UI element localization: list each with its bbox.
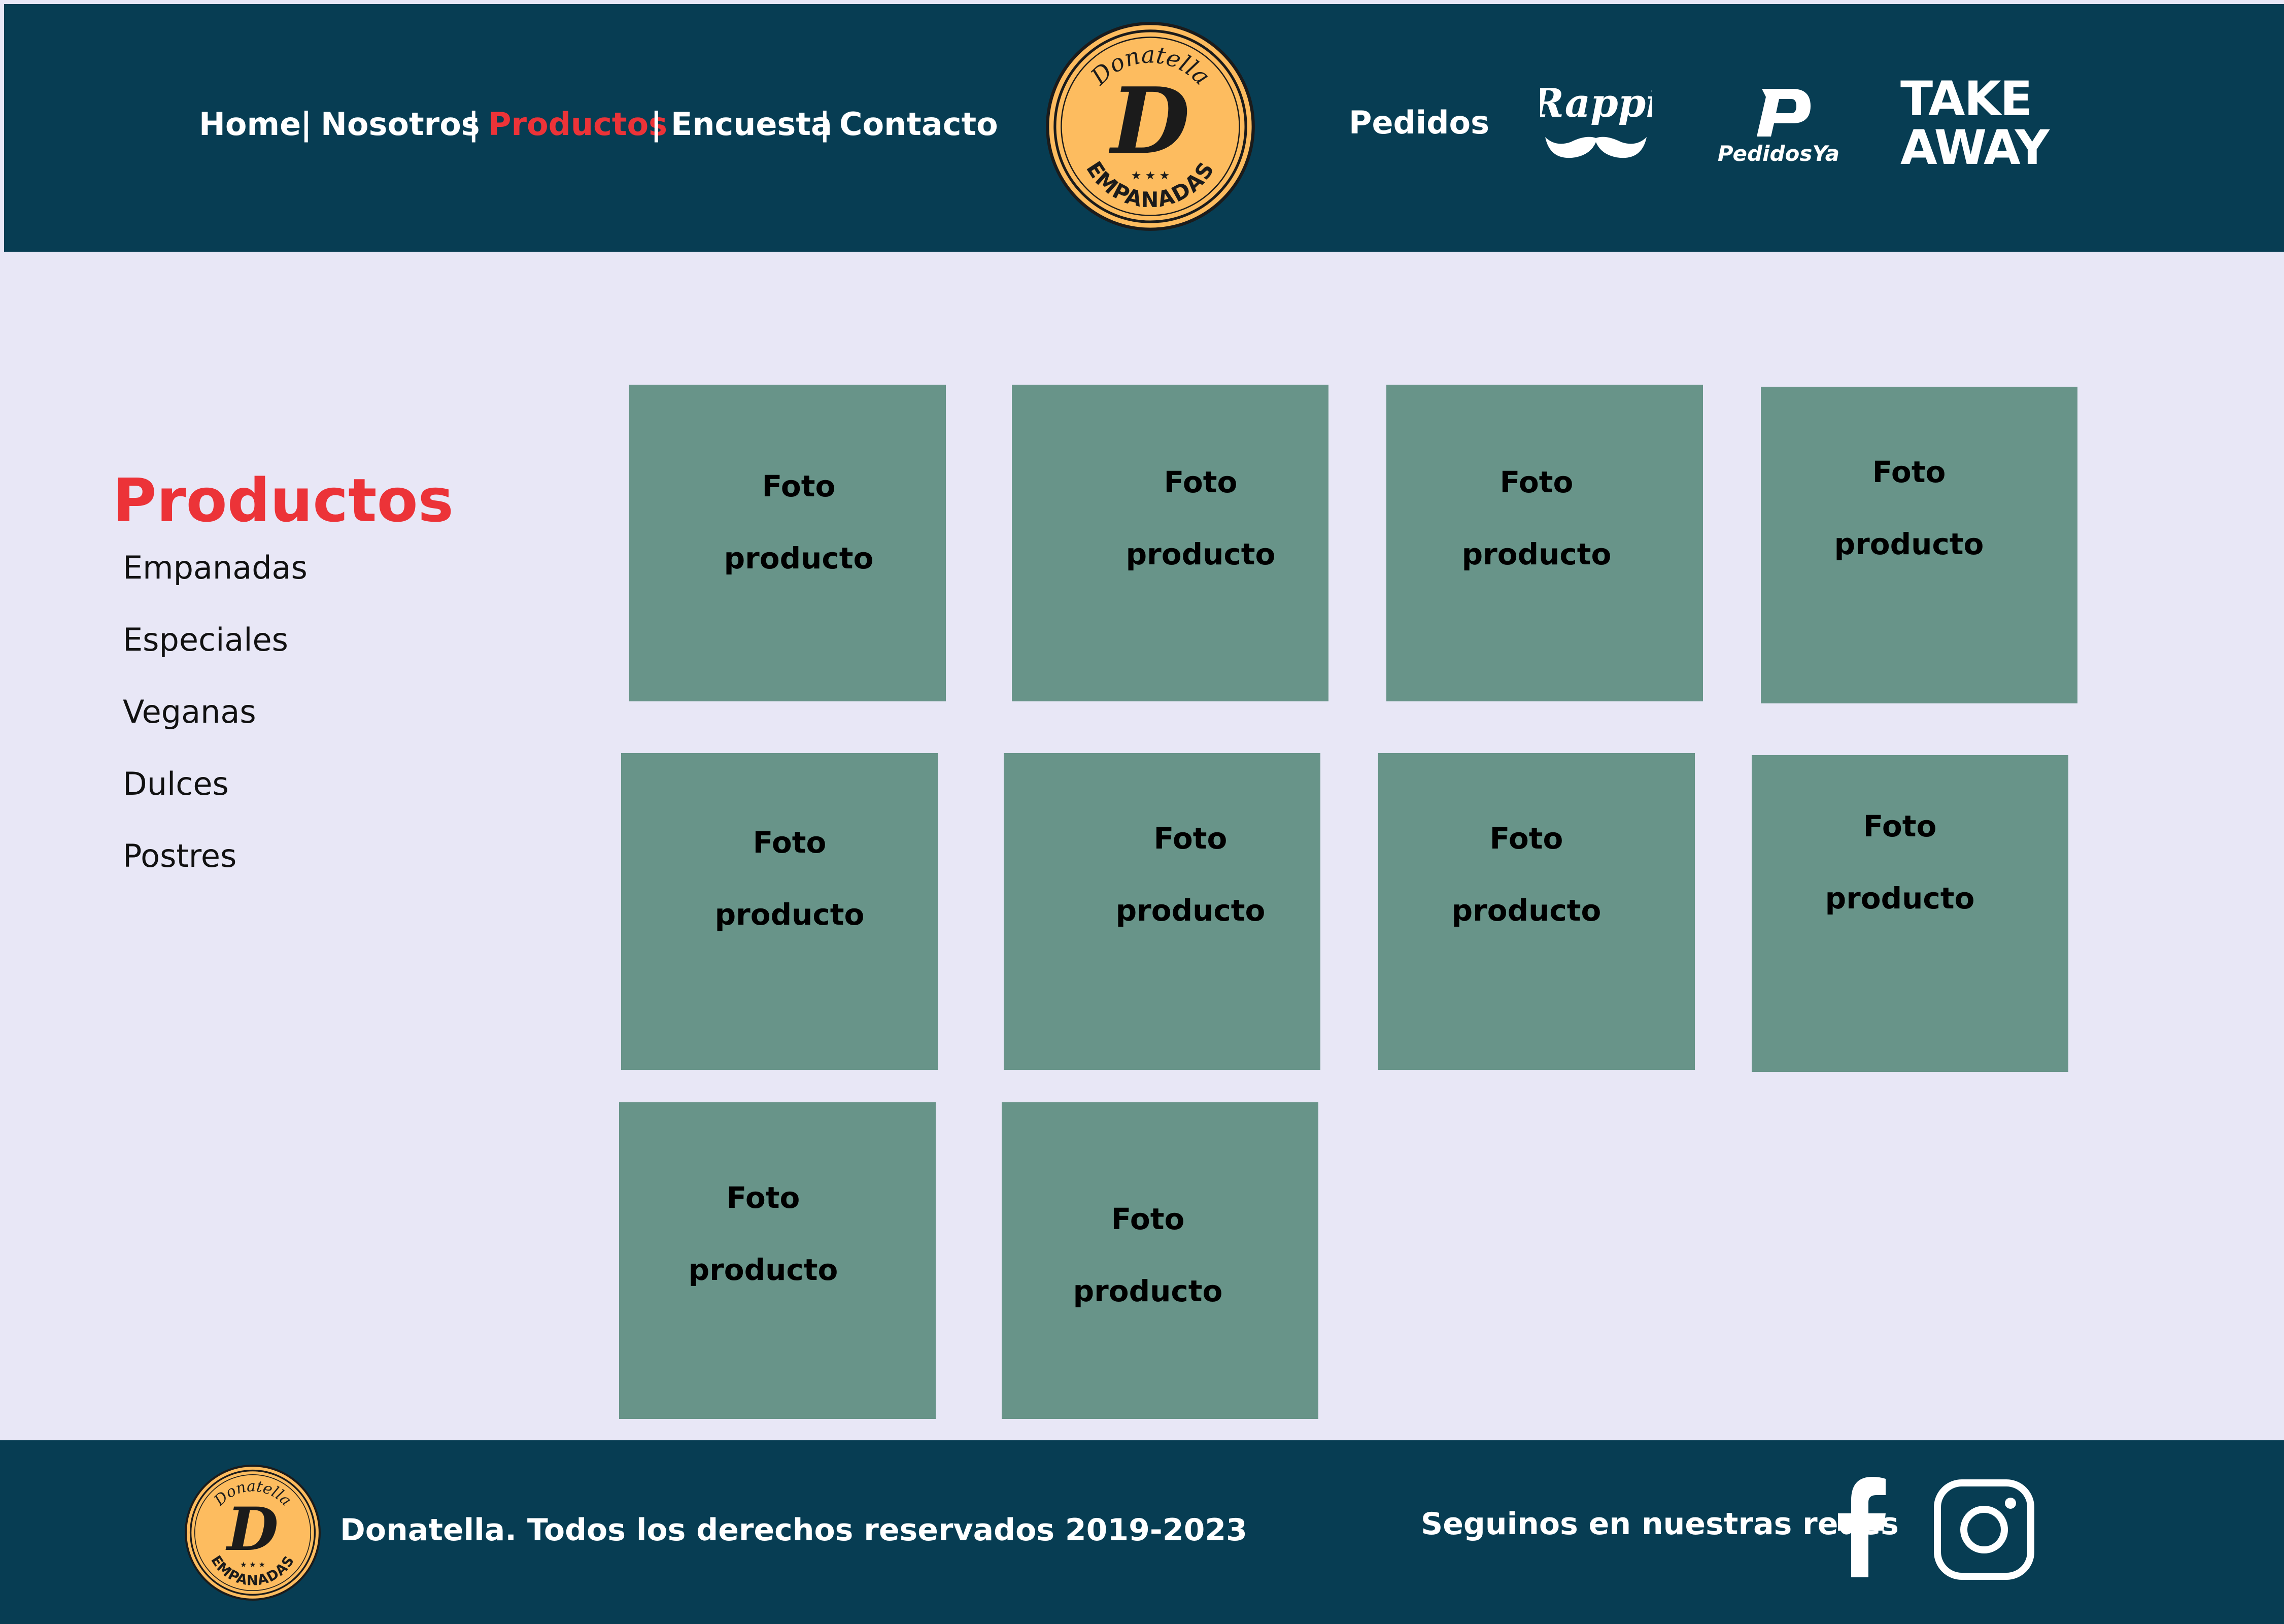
product-label-line-1: Foto (762, 469, 836, 503)
product-card[interactable]: Foto producto (621, 753, 938, 1070)
footer-copyright: Donatella. Todos los derechos reservados… (340, 1512, 1247, 1548)
product-card[interactable]: Foto producto (629, 385, 946, 701)
category-dulces[interactable]: Dulces (123, 766, 229, 802)
footer-social-label: Seguinos en nuestras redes (1421, 1506, 1899, 1542)
product-card[interactable]: Foto producto (1004, 753, 1320, 1070)
product-card[interactable]: Foto producto (1761, 387, 2077, 703)
product-label-line-2: producto (688, 1253, 838, 1287)
nav-encuesta[interactable]: Encuesta (671, 106, 832, 143)
product-label-line-1: Foto (726, 1180, 800, 1215)
nav-separator: | (300, 106, 312, 143)
pedidosya-logo[interactable]: PedidosYa (1715, 84, 1842, 167)
takeaway-line-1: TAKE (1900, 72, 2033, 127)
nav-separator: | (819, 106, 831, 143)
product-label-line-1: Foto (1111, 1202, 1185, 1236)
product-card[interactable]: Foto producto (1002, 1102, 1318, 1419)
product-label-line-2: producto (1834, 527, 1984, 561)
product-label-line-2: producto (1073, 1274, 1223, 1308)
rappi-mustache-icon (1545, 137, 1647, 158)
rappi-logo[interactable]: Rappi (1540, 71, 1652, 173)
nav-separator: | (651, 106, 662, 143)
product-label-line-2: producto (714, 897, 865, 932)
logo-stars: ★ ★ ★ (1131, 170, 1170, 183)
rappi-name: Rappi (1540, 80, 1652, 126)
pedidosya-p-icon (1757, 89, 1811, 137)
nav-home[interactable]: Home (199, 106, 301, 143)
takeaway-logo[interactable]: TAKE AWAY (1900, 72, 2050, 176)
product-label-line-1: Foto (1153, 821, 1228, 856)
product-label-line-1: Foto (1489, 821, 1563, 856)
sidebar-title: Productos (113, 465, 454, 535)
product-label-line-2: producto (724, 541, 874, 576)
category-veganas[interactable]: Veganas (123, 694, 256, 730)
instagram-icon[interactable] (1933, 1479, 2035, 1580)
product-card[interactable]: Foto producto (1378, 753, 1695, 1070)
donatella-logo[interactable]: Donatella D ★ ★ ★ EMPANADAS (1044, 20, 1256, 232)
pedidos-label: Pedidos (1349, 104, 1490, 141)
product-label-line-2: producto (1451, 893, 1601, 928)
footer-logo: Donatella D ★ ★ ★ EMPANADAS (185, 1465, 321, 1601)
footer-logo-stars: ★ ★ ★ (240, 1560, 265, 1569)
product-label-line-2: producto (1126, 537, 1276, 571)
facebook-icon[interactable] (1837, 1476, 1888, 1577)
product-label-line-2: producto (1461, 537, 1612, 571)
product-card[interactable]: Foto producto (1386, 385, 1703, 701)
takeaway-line-2: AWAY (1900, 120, 2050, 176)
product-card[interactable]: Foto producto (1752, 755, 2068, 1072)
product-label-line-2: producto (1825, 881, 1975, 916)
product-label-line-1: Foto (1499, 465, 1574, 499)
pedidosya-name: PedidosYa (1718, 141, 1839, 166)
product-card[interactable]: Foto producto (619, 1102, 936, 1419)
category-especiales[interactable]: Especiales (123, 622, 288, 658)
product-label-line-1: Foto (753, 825, 827, 860)
logo-letter: D (1108, 67, 1190, 175)
nav-separator: | (468, 106, 480, 143)
product-label-line-1: Foto (1164, 465, 1238, 499)
nav-productos[interactable]: Productos (488, 106, 667, 143)
category-empanadas[interactable]: Empanadas (123, 550, 308, 586)
category-postres[interactable]: Postres (123, 838, 236, 874)
nav-contacto[interactable]: Contacto (839, 106, 998, 143)
product-label-line-1: Foto (1872, 455, 1946, 489)
product-label-line-1: Foto (1863, 809, 1937, 843)
nav-nosotros[interactable]: Nosotros (321, 106, 480, 143)
product-label-line-2: producto (1115, 893, 1266, 928)
product-card[interactable]: Foto producto (1012, 385, 1328, 701)
footer-logo-letter: D (225, 1494, 278, 1564)
